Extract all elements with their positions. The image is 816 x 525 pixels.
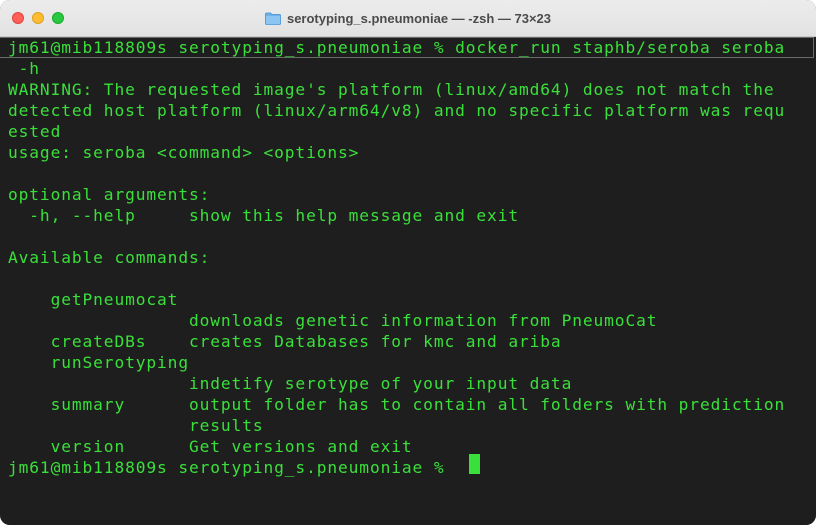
- window-title: serotyping_s.pneumoniae — -zsh — 73×23: [286, 10, 552, 26]
- prompt-line[interactable]: jm61@mib118809s serotyping_s.pneumoniae …: [8, 457, 455, 478]
- terminal-line: runSerotyping: [8, 353, 189, 372]
- terminal-output[interactable]: jm61@mib118809s serotyping_s.pneumoniae …: [0, 37, 816, 525]
- terminal-line: ested: [8, 122, 62, 141]
- folder-icon: [265, 12, 281, 25]
- terminal-line: -h, --help show this help message and ex…: [8, 206, 519, 225]
- text-cursor: [469, 454, 480, 474]
- title-bar[interactable]: serotyping_s.pneumoniae — -zsh — 73×23: [0, 0, 816, 37]
- terminal-line: createDBs creates Databases for kmc and …: [8, 332, 562, 351]
- terminal-window: serotyping_s.pneumoniae — -zsh — 73×23 j…: [0, 0, 816, 525]
- terminal-line: downloads genetic information from Pneum…: [8, 311, 658, 330]
- terminal-line: optional arguments:: [8, 185, 211, 204]
- terminal-line: detected host platform (linux/arm64/v8) …: [8, 101, 786, 120]
- terminal-line: jm61@mib118809s serotyping_s.pneumoniae …: [8, 38, 786, 57]
- terminal-line: Available commands:: [8, 248, 211, 267]
- title-area: serotyping_s.pneumoniae — -zsh — 73×23: [0, 0, 816, 36]
- terminal-line: version Get versions and exit: [8, 437, 413, 456]
- terminal-line: -h: [8, 59, 40, 78]
- terminal-line: summary output folder has to contain all…: [8, 395, 786, 414]
- terminal-line: usage: seroba <command> <options>: [8, 143, 360, 162]
- terminal-line: results: [8, 416, 264, 435]
- terminal-line: getPneumocat: [8, 290, 179, 309]
- terminal-line: WARNING: The requested image's platform …: [8, 80, 775, 99]
- terminal-line: indetify serotype of your input data: [8, 374, 573, 393]
